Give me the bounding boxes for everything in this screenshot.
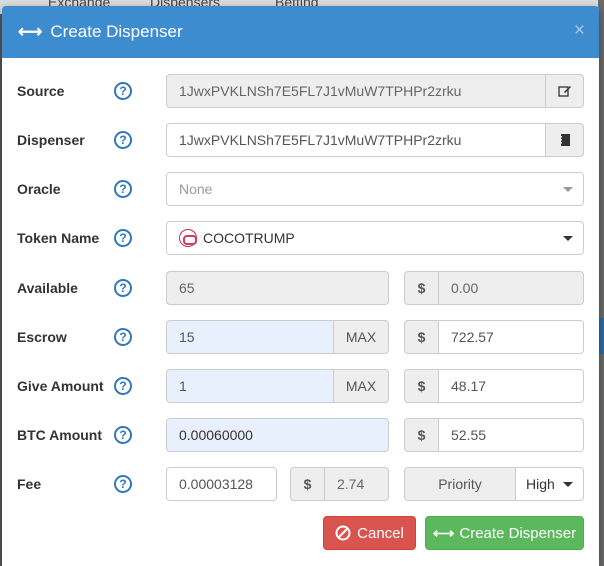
create-dispenser-label: Create Dispenser <box>459 524 577 542</box>
close-icon[interactable]: × <box>574 20 585 42</box>
available-help-icon[interactable]: ? <box>114 279 132 297</box>
priority-value: High <box>526 476 555 492</box>
oracle-value: None <box>179 181 213 197</box>
btc-amount-help-icon[interactable]: ? <box>114 426 132 444</box>
oracle-label: Oracle <box>17 181 61 197</box>
exchange-arrows-icon: ⟷ <box>432 525 455 542</box>
modal-header: ⟷ Create Dispenser × <box>2 6 599 58</box>
cancel-button[interactable]: Cancel <box>323 516 416 550</box>
btc-amount-currency-addon: $ <box>404 418 439 452</box>
fee-input[interactable]: 0.00003128 <box>166 467 277 501</box>
give-amount-currency-addon: $ <box>404 369 439 403</box>
available-currency-addon: $ <box>404 271 439 305</box>
available-usd-input[interactable]: 0.00 <box>438 271 584 305</box>
token-name-help-icon[interactable]: ? <box>114 229 132 247</box>
give-amount-max-button[interactable]: MAX <box>333 369 389 403</box>
oracle-help-icon[interactable]: ? <box>114 180 132 198</box>
address-book-icon[interactable] <box>545 123 584 157</box>
oracle-select[interactable]: None <box>166 172 584 206</box>
priority-dropdown[interactable]: High <box>515 467 584 501</box>
give-amount-label: Give Amount <box>17 378 104 394</box>
fee-label: Fee <box>17 476 42 492</box>
exchange-arrows-icon: ⟷ <box>18 22 43 41</box>
chevron-down-icon <box>563 187 573 192</box>
available-label: Available <box>17 280 78 296</box>
dispenser-input[interactable]: 1JwxPVKLNSh7E5FL7J1vMuW7TPHPr2zrku <box>166 123 546 157</box>
edit-icon[interactable] <box>545 74 584 108</box>
oracle-row: Oracle ? None <box>2 172 599 206</box>
token-name-row: Token Name ? COCOTRUMP <box>2 221 599 255</box>
fee-usd-input[interactable]: 2.74 <box>324 467 389 501</box>
escrow-input[interactable]: 15 <box>166 320 334 354</box>
token-name-select[interactable]: COCOTRUMP <box>166 221 584 255</box>
caret-down-icon <box>563 482 573 487</box>
give-amount-input[interactable]: 1 <box>166 369 334 403</box>
available-row: Available ? 65 $ 0.00 <box>2 271 599 305</box>
give-amount-help-icon[interactable]: ? <box>114 377 132 395</box>
token-name-value: COCOTRUMP <box>203 230 295 246</box>
create-dispenser-modal: ⟷ Create Dispenser × Source ? 1JwxPVKLNS… <box>2 6 599 566</box>
dispenser-row: Dispenser ? 1JwxPVKLNSh7E5FL7J1vMuW7TPHP… <box>2 123 599 157</box>
source-row: Source ? 1JwxPVKLNSh7E5FL7J1vMuW7TPHPr2z… <box>2 74 599 108</box>
btc-amount-label: BTC Amount <box>17 427 103 443</box>
available-input[interactable]: 65 <box>166 271 389 305</box>
escrow-usd-input[interactable]: 722.57 <box>438 320 584 354</box>
priority-label: Priority <box>404 467 516 501</box>
dispenser-help-icon[interactable]: ? <box>114 131 132 149</box>
escrow-row: Escrow ? 15 MAX $ 722.57 <box>2 320 599 354</box>
caret-down-icon <box>563 236 573 241</box>
give-amount-usd-input[interactable]: 48.17 <box>438 369 584 403</box>
escrow-currency-addon: $ <box>404 320 439 354</box>
source-label: Source <box>17 83 65 99</box>
modal-title: Create Dispenser <box>50 22 183 41</box>
cancel-label: Cancel <box>357 524 404 542</box>
token-icon <box>179 229 197 247</box>
token-name-label: Token Name <box>17 230 100 246</box>
source-input[interactable]: 1JwxPVKLNSh7E5FL7J1vMuW7TPHPr2zrku <box>166 74 546 108</box>
btc-amount-row: BTC Amount ? 0.00060000 $ 52.55 <box>2 418 599 452</box>
escrow-label: Escrow <box>17 329 67 345</box>
escrow-help-icon[interactable]: ? <box>114 328 132 346</box>
dispenser-label: Dispenser <box>17 132 85 148</box>
give-amount-row: Give Amount ? 1 MAX $ 48.17 <box>2 369 599 403</box>
create-dispenser-button[interactable]: ⟷ Create Dispenser <box>425 516 584 550</box>
fee-currency-addon: $ <box>290 467 325 501</box>
ban-icon <box>335 525 351 541</box>
fee-help-icon[interactable]: ? <box>114 475 132 493</box>
escrow-max-button[interactable]: MAX <box>333 320 389 354</box>
btc-amount-usd-input[interactable]: 52.55 <box>438 418 584 452</box>
btc-amount-input[interactable]: 0.00060000 <box>166 418 389 452</box>
source-help-icon[interactable]: ? <box>114 82 132 100</box>
fee-row: Fee ? 0.00003128 $ 2.74 Priority High <box>2 467 599 501</box>
